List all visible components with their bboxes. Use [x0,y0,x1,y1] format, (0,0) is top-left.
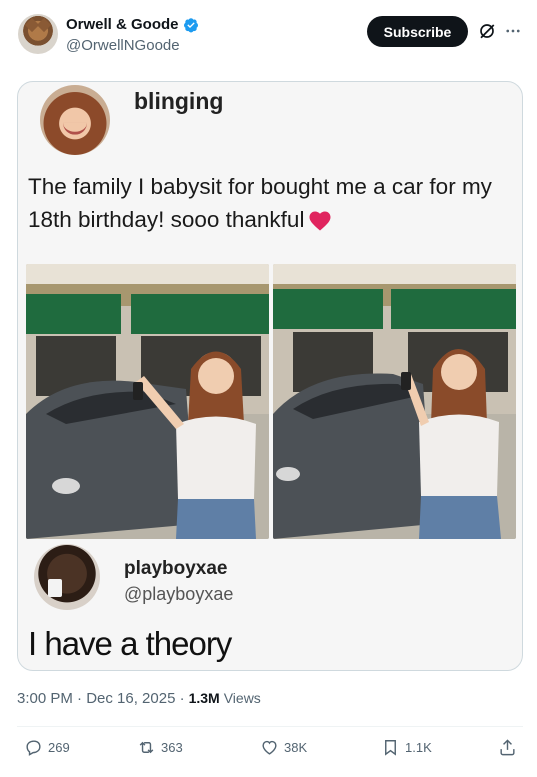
views-label: Views [223,690,261,706]
like-button[interactable]: 38K [260,738,307,757]
tweet-timestamp[interactable]: 3:00 PM · Dec 16, 2025 · [17,690,185,707]
divider [17,726,523,727]
like-count: 38K [284,740,308,755]
author-display-name[interactable]: Orwell & Goode [66,16,179,33]
repost-icon [139,741,154,754]
bookmark-icon [385,740,396,756]
views-count: 1.3M [188,690,220,706]
meme-caption: The family I babysit for bought me a car… [28,170,518,236]
bookmark-button[interactable]: 1.1K [381,738,432,757]
car-photo-left [26,264,269,539]
reply-text: I have a theory [28,625,232,662]
tweet-header: Orwell & Goode @OrwellNGoode Subscribe [0,0,537,70]
reply-button[interactable]: 269 [24,738,70,757]
reply-author-avatar [34,544,100,610]
meme-author-avatar [40,85,110,155]
reply-handle: @playboyxae [124,584,234,604]
meme-caption-text: The family I babysit for bought me a car… [28,174,492,232]
share-button[interactable] [498,738,517,757]
repost-button[interactable]: 363 [137,738,183,757]
reply-icon [26,740,41,756]
bookmark-count: 1.1K [405,740,432,755]
more-options-icon[interactable] [504,22,522,40]
subscribe-button[interactable]: Subscribe [367,16,468,47]
meme-username: blinging [134,88,224,114]
author-name-row[interactable]: Orwell & Goode [66,16,199,33]
reply-username: playboyxae [124,558,228,579]
heart-icon [262,740,277,755]
author-avatar[interactable] [18,14,58,54]
repost-count: 363 [161,740,183,755]
tweet-meta: 3:00 PM · Dec 16, 2025 · 1.3M Views [17,690,261,707]
action-bar: 269 363 38K 1.1K [0,738,537,764]
tweet-media-image[interactable]: blinging The family I babysit for bought… [17,81,523,671]
red-heart-icon [309,211,331,231]
author-handle[interactable]: @OrwellNGoode [66,37,180,54]
verified-badge-icon [183,17,198,32]
share-icon [500,739,515,756]
car-photo-right [273,264,516,539]
reply-count: 269 [48,740,70,755]
grok-icon[interactable] [478,22,496,40]
